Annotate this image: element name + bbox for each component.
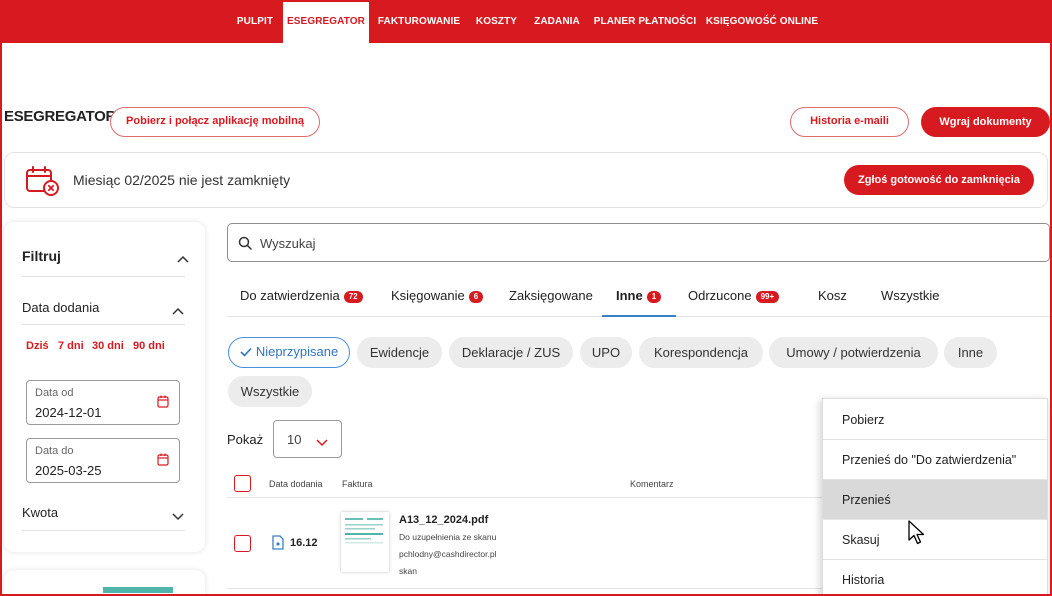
quick-range-7-days[interactable]: 7 dni (58, 340, 84, 352)
chip-wszystkie[interactable]: Wszystkie (228, 376, 312, 407)
search-input[interactable] (260, 233, 1020, 253)
amount-section-label[interactable]: Kwota (22, 505, 58, 520)
tab-zaksiegowane[interactable]: Zaksięgowane (509, 288, 593, 303)
tab-do-zatwierdzenia[interactable]: Do zatwierdzenia 72 (240, 288, 363, 303)
menu-item-download[interactable]: Pobierz (823, 400, 1047, 440)
quick-range-today[interactable]: Dziś (26, 340, 49, 352)
tab-label: Księgowanie (391, 288, 465, 303)
nav-item-koszty[interactable]: KOSZTY (469, 0, 524, 43)
chip-deklaracje-zus[interactable]: Deklaracje / ZUS (449, 337, 573, 368)
chip-korespondencja[interactable]: Korespondencja (639, 337, 763, 368)
page-title: ESEGREGATOR (4, 108, 116, 125)
tab-inne[interactable]: Inne 1 (616, 288, 662, 303)
nav-item-pulpit[interactable]: PULPIT (229, 0, 281, 43)
select-all-checkbox[interactable] (234, 475, 251, 492)
tab-label: Zaksięgowane (509, 288, 593, 303)
chevron-up-icon[interactable] (172, 302, 184, 320)
nav-item-ksiegowosc[interactable]: KSIĘGOWOŚĆ ONLINE (702, 0, 822, 43)
search-icon (238, 236, 252, 255)
tab-label: Wszystkie (881, 288, 940, 303)
thumbnail-preview (103, 587, 173, 593)
chip-upo[interactable]: UPO (580, 337, 632, 368)
row-checkbox[interactable] (234, 535, 251, 552)
row-context-menu: Pobierz Przenieś do "Do zatwierdzenia" P… (822, 398, 1048, 596)
mobile-app-button[interactable]: Pobierz i połącz aplikację mobilną (110, 107, 320, 137)
tab-odrzucone[interactable]: Odrzucone 99+ (688, 288, 780, 303)
date-to-value: 2025-03-25 (35, 463, 102, 478)
column-header-comment[interactable]: Komentarz (630, 479, 674, 489)
tab-ksiegowanie[interactable]: Księgowanie 6 (391, 288, 484, 303)
filter-title: Filtruj (22, 248, 61, 264)
month-status-text: Miesiąc 02/2025 nie jest zamknięty (73, 172, 291, 188)
page-size-select[interactable]: 10 (273, 420, 342, 458)
column-header-invoice[interactable]: Faktura (342, 479, 373, 489)
chip-ewidencje[interactable]: Ewidencje (357, 337, 442, 368)
document-thumbnail[interactable] (341, 512, 389, 572)
tab-label: Do zatwierdzenia (240, 288, 340, 303)
count-badge: 6 (468, 291, 484, 303)
date-from-field[interactable]: Data od 2024-12-01 (26, 380, 180, 425)
top-navigation: PULPIT ESEGREGATOR FAKTUROWANIE KOSZTY Z… (0, 0, 1052, 43)
menu-item-history[interactable]: Historia (823, 560, 1047, 596)
menu-item-move-to-approval[interactable]: Przenieś do "Do zatwierdzenia" (823, 440, 1047, 480)
chip-umowy-potwierdzenia[interactable]: Umowy / potwierdzenia (769, 337, 938, 368)
date-to-field[interactable]: Data do 2025-03-25 (26, 438, 180, 483)
row-date: 16.12 (290, 537, 318, 549)
chip-nieprzypisane[interactable]: Nieprzypisane (228, 337, 350, 368)
count-badge: 99+ (755, 291, 780, 303)
document-uploader: pchlodny@cashdirector.pl (399, 549, 497, 559)
filter-panel: Filtruj Data dodania Dziś 7 dni 30 dni 9… (4, 222, 205, 552)
nav-item-fakturowanie[interactable]: FAKTUROWANIE (371, 0, 467, 43)
tab-kosz[interactable]: Kosz (818, 288, 847, 303)
count-badge: 72 (343, 291, 363, 303)
row-divider (227, 588, 827, 589)
search-box[interactable] (227, 223, 1050, 262)
nav-item-esegregator[interactable]: ESEGREGATOR (283, 0, 369, 43)
tab-label: Inne (616, 288, 643, 303)
chevron-down-icon (316, 434, 328, 452)
report-closing-button[interactable]: Zgłoś gotowość do zamknięcia (844, 165, 1034, 195)
chevron-up-icon[interactable] (177, 250, 189, 268)
active-tab-indicator (602, 315, 676, 317)
cursor-icon (908, 520, 926, 551)
tab-label: Kosz (818, 288, 847, 303)
nav-item-planer[interactable]: PLANER PŁATNOŚCI (590, 0, 700, 43)
document-name[interactable]: A13_12_2024.pdf (399, 514, 488, 526)
divider (22, 276, 185, 277)
calendar-icon[interactable] (157, 395, 169, 413)
quick-range-30-days[interactable]: 30 dni (92, 340, 124, 352)
calendar-x-icon (25, 165, 61, 202)
column-header-date[interactable]: Data dodania (269, 479, 323, 489)
page-size-value: 10 (287, 432, 302, 447)
tab-wszystkie[interactable]: Wszystkie (881, 288, 940, 303)
month-status-banner: Miesiąc 02/2025 nie jest zamknięty Zgłoś… (4, 152, 1048, 208)
chip-inne[interactable]: Inne (944, 337, 997, 368)
count-badge: 1 (646, 291, 662, 303)
date-from-label: Data od (35, 387, 74, 399)
tab-label: Odrzucone (688, 288, 752, 303)
menu-item-move[interactable]: Przenieś (823, 480, 1047, 520)
chevron-down-icon[interactable] (172, 508, 184, 526)
quick-range-90-days[interactable]: 90 dni (133, 340, 165, 352)
date-to-label: Data do (35, 445, 74, 457)
date-from-value: 2024-12-01 (35, 405, 102, 420)
secondary-panel (4, 570, 205, 596)
divider (22, 324, 185, 325)
email-history-button[interactable]: Historia e-maili (790, 107, 909, 137)
calendar-icon[interactable] (157, 453, 169, 471)
document-status: Do uzupełnienia ze skanu (399, 532, 497, 542)
upload-documents-button[interactable]: Wgraj dokumenty (921, 107, 1050, 137)
table-header-divider (227, 497, 827, 498)
chip-label: Nieprzypisane (255, 344, 339, 359)
file-icon (272, 535, 284, 555)
page-size-label: Pokaż (227, 432, 264, 447)
menu-item-delete[interactable]: Skasuj (823, 520, 1047, 560)
check-icon (240, 339, 252, 367)
document-source: skan (399, 566, 417, 576)
divider (22, 530, 185, 531)
nav-item-zadania[interactable]: ZADANIA (526, 0, 588, 43)
date-added-section-label[interactable]: Data dodania (22, 300, 99, 315)
